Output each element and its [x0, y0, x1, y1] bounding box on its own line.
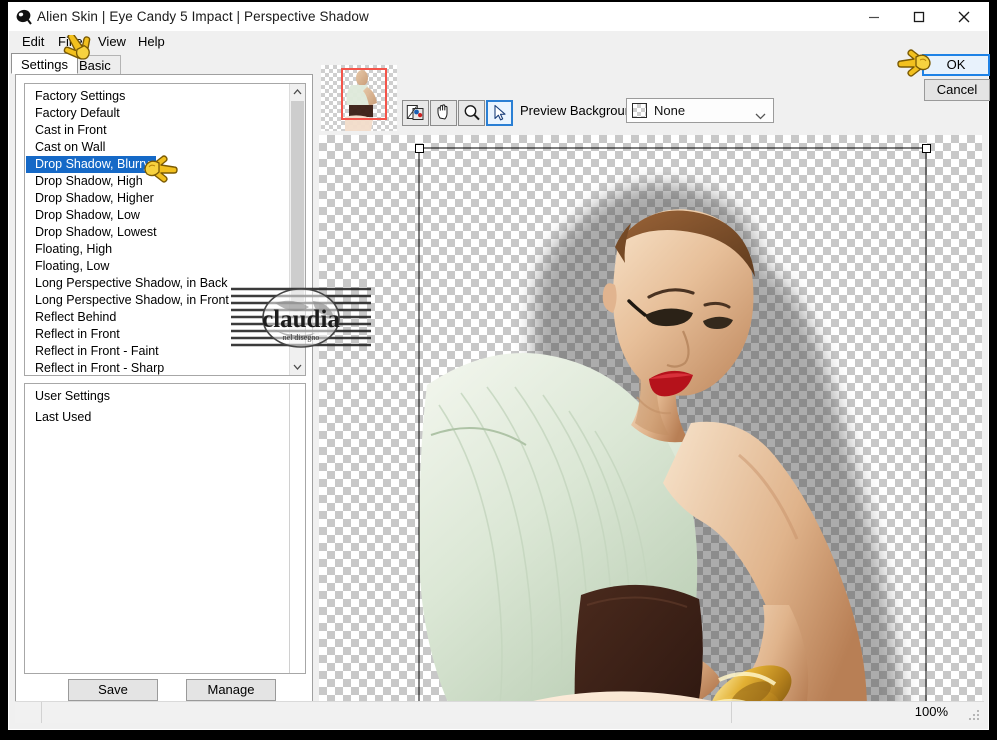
settings-panel: Factory Settings Factory Default Cast in F… — [15, 74, 313, 702]
close-icon — [958, 11, 969, 23]
menu-item-filter[interactable]: Filter — [53, 33, 92, 51]
settings-list-item[interactable]: Reflect in Front — [26, 326, 290, 343]
user-settings-listbox[interactable]: User Settings Last Used — [24, 383, 306, 674]
maximize-button[interactable] — [896, 3, 941, 31]
manage-button[interactable]: Manage — [186, 679, 276, 701]
settings-list-item[interactable]: Drop Shadow, Higher — [26, 190, 290, 207]
scroll-down-button[interactable] — [290, 359, 305, 375]
settings-list-item[interactable]: Long Perspective Shadow, in Front — [26, 292, 290, 309]
settings-list-item[interactable]: Long Perspective Shadow, in Back — [26, 275, 290, 292]
hand-tool-icon — [437, 104, 447, 120]
navigator-thumbnail[interactable] — [321, 65, 397, 131]
settings-list-item[interactable]: Factory Settings — [26, 88, 290, 105]
menu-bar: Edit Filter View Help — [9, 31, 988, 53]
zoom-tool-icon-button[interactable] — [458, 100, 485, 126]
scrollbar-divider — [289, 384, 290, 673]
settings-list-item[interactable]: Cast in Front — [26, 122, 290, 139]
zoom-level-label: 100% — [914, 704, 948, 719]
user-settings-list-item[interactable]: Last Used — [26, 409, 91, 426]
minimize-button[interactable] — [851, 3, 896, 31]
menu-item-view[interactable]: View — [93, 33, 131, 51]
settings-list-item[interactable]: Drop Shadow, High — [26, 173, 290, 190]
settings-list-item[interactable]: Drop Shadow, Blurry — [26, 156, 156, 173]
minimize-icon — [868, 16, 879, 19]
preview-canvas[interactable] — [319, 135, 982, 713]
title-bar: Alien Skin | Eye Candy 5 Impact | Perspe… — [9, 3, 988, 31]
alien-skin-logo-icon — [15, 8, 32, 25]
settings-list-item[interactable]: Drop Shadow, Lowest — [26, 224, 290, 241]
navigator-viewport-rect[interactable] — [341, 68, 387, 120]
preview-background-value: None — [654, 103, 686, 118]
hand-tool-icon-button[interactable] — [430, 100, 457, 126]
maximize-icon — [913, 11, 924, 23]
arrow-select-tool-icon — [493, 104, 506, 121]
arrow-select-tool-icon-button[interactable] — [486, 100, 513, 126]
close-button[interactable] — [941, 3, 986, 31]
chevron-down-icon — [293, 364, 302, 370]
preview-background-select[interactable]: None — [626, 98, 774, 123]
settings-list-item[interactable]: Reflect in Front - Faint — [26, 343, 290, 360]
status-zoom-segment — [731, 702, 921, 723]
checkerboard-swatch-icon — [632, 103, 647, 118]
status-message-segment — [41, 702, 731, 723]
selection-handle-top-right[interactable] — [922, 144, 931, 153]
application-window: Alien Skin | Eye Candy 5 Impact | Perspe… — [8, 2, 990, 730]
preview-background-label: Preview Background: — [520, 103, 643, 118]
compare-preview-icon — [406, 105, 423, 120]
tab-settings[interactable]: Settings — [11, 53, 78, 74]
chevron-down-icon[interactable] — [755, 107, 766, 125]
zoom-tool-icon — [464, 105, 480, 121]
factory-settings-listbox[interactable]: Factory Settings Factory Default Cast in F… — [24, 83, 306, 376]
factory-list-scrollbar[interactable] — [289, 84, 305, 375]
preview-image — [418, 147, 927, 713]
compare-preview-icon-button[interactable] — [402, 100, 429, 126]
user-settings-list-item[interactable]: User Settings — [26, 388, 110, 405]
selection-handle-top-left[interactable] — [415, 144, 424, 153]
settings-list-item[interactable]: Reflect in Front - Sharp — [26, 360, 290, 375]
user-list-scrollbar[interactable] — [289, 384, 305, 673]
resize-grip-icon[interactable] — [969, 709, 981, 721]
cancel-button[interactable]: Cancel — [924, 79, 990, 101]
app-root: Alien Skin | Eye Candy 5 Impact | Perspe… — [0, 0, 997, 740]
save-button[interactable]: Save — [68, 679, 158, 701]
settings-list-item[interactable]: Factory Default — [26, 105, 290, 122]
settings-list-item[interactable]: Floating, High — [26, 241, 290, 258]
window-title: Alien Skin | Eye Candy 5 Impact | Perspe… — [37, 9, 369, 24]
scroll-up-button[interactable] — [290, 84, 305, 100]
ok-button[interactable]: OK — [922, 54, 990, 76]
settings-list-item[interactable]: Reflect Behind — [26, 309, 290, 326]
settings-list-item[interactable]: Cast on Wall — [26, 139, 290, 156]
menu-item-edit[interactable]: Edit — [17, 33, 49, 51]
settings-list-item[interactable]: Drop Shadow, Low — [26, 207, 290, 224]
status-bar: 100% — [15, 701, 984, 723]
chevron-up-icon — [293, 89, 302, 95]
settings-list-item[interactable]: Floating, Low — [26, 258, 290, 275]
scroll-thumb[interactable] — [291, 101, 304, 301]
menu-item-help[interactable]: Help — [133, 33, 170, 51]
